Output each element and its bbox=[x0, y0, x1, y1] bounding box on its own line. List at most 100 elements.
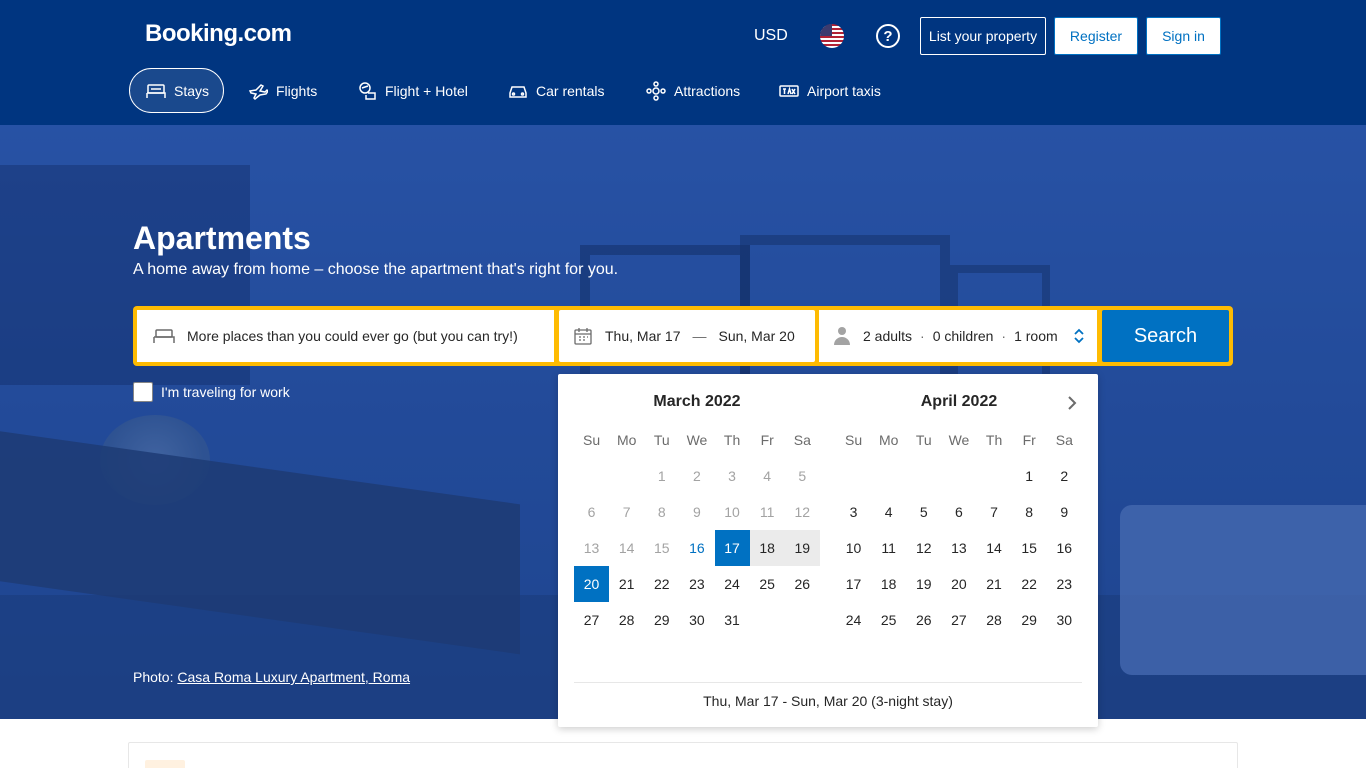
calendar-day[interactable]: 17 bbox=[836, 566, 871, 602]
calendar-day[interactable]: 31 bbox=[715, 602, 750, 638]
calendar-day[interactable]: 4 bbox=[871, 494, 906, 530]
next-month-chevron-icon[interactable] bbox=[1062, 393, 1082, 413]
calendar-day[interactable]: 17 bbox=[714, 530, 750, 566]
weekday-label: We bbox=[948, 432, 970, 448]
calendar-day[interactable]: 29 bbox=[1012, 602, 1047, 638]
calendar-day[interactable]: 27 bbox=[941, 602, 976, 638]
calendar-day[interactable]: 8 bbox=[1012, 494, 1047, 530]
search-button[interactable]: Search bbox=[1102, 310, 1229, 362]
sign-in-button[interactable]: Sign in bbox=[1146, 17, 1221, 55]
weekday-label: Th bbox=[985, 432, 1003, 448]
calendar-day[interactable]: 2 bbox=[1047, 458, 1082, 494]
photo-credit-link[interactable]: Casa Roma Luxury Apartment, Roma bbox=[177, 669, 410, 685]
work-travel-checkbox[interactable] bbox=[133, 382, 153, 402]
tab-flights[interactable]: Flights bbox=[232, 68, 333, 113]
calendar-day[interactable]: 5 bbox=[906, 494, 941, 530]
weekday-label: Tu bbox=[915, 432, 932, 448]
top-header: Booking.com USD ? List your property Reg… bbox=[0, 0, 1366, 125]
calendar-day[interactable]: 16 bbox=[679, 530, 714, 566]
calendar-day[interactable]: 29 bbox=[644, 602, 679, 638]
month-title-april: April 2022 bbox=[920, 393, 998, 410]
calendar-day[interactable]: 30 bbox=[679, 602, 714, 638]
calendar-day[interactable]: 19 bbox=[784, 530, 820, 566]
badge bbox=[145, 760, 185, 768]
calendar-day[interactable]: 25 bbox=[750, 566, 785, 602]
weekday-label: Tu bbox=[653, 432, 670, 448]
destination-field[interactable]: More places than you could ever go (but … bbox=[137, 310, 554, 362]
calendar-grid-april: Su Mo Tu We Th Fr Sa 1 2 3 4 5 6 7 8 9 10 11 12 13 14 15 16 17 1… bbox=[836, 422, 1082, 638]
calendar-day: 4 bbox=[763, 468, 772, 484]
calendar-day[interactable]: 1 bbox=[1012, 458, 1047, 494]
list-property-button[interactable]: List your property bbox=[920, 17, 1046, 55]
calendar-day[interactable]: 3 bbox=[836, 494, 871, 530]
calendar-day: 8 bbox=[657, 504, 666, 520]
booking-logo[interactable]: Booking.com bbox=[145, 20, 292, 48]
calendar-day[interactable]: 18 bbox=[871, 566, 906, 602]
guests-field[interactable]: 2 adults · 0 children · 1 room bbox=[819, 310, 1097, 362]
tab-stays[interactable]: Stays bbox=[129, 68, 224, 113]
tab-attractions[interactable]: Attractions bbox=[630, 68, 756, 113]
calendar-day[interactable]: 27 bbox=[574, 602, 609, 638]
calendar-day: 11 bbox=[759, 504, 775, 520]
date-separator: — bbox=[692, 328, 707, 344]
calendar-day[interactable]: 24 bbox=[715, 566, 750, 602]
work-travel-option[interactable]: I'm traveling for work bbox=[133, 382, 290, 402]
calendar-day[interactable]: 21 bbox=[609, 566, 644, 602]
weekday-label: Fr bbox=[760, 432, 774, 448]
calendar-day[interactable]: 30 bbox=[1047, 602, 1082, 638]
calendar-day[interactable]: 11 bbox=[871, 530, 906, 566]
calendar-day[interactable]: 21 bbox=[977, 566, 1012, 602]
tab-flight-hotel[interactable]: Flight + Hotel bbox=[341, 68, 484, 113]
calendar-day: 1 bbox=[657, 468, 666, 484]
calendar-day[interactable]: 23 bbox=[1047, 566, 1082, 602]
weekday-header: Su Mo Tu We Th Fr Sa bbox=[574, 422, 820, 458]
calendar-day: 2 bbox=[693, 468, 701, 484]
calendar-day[interactable]: 26 bbox=[785, 566, 820, 602]
calendar-day[interactable]: 28 bbox=[977, 602, 1012, 638]
search-bar: More places than you could ever go (but … bbox=[133, 306, 1233, 366]
calendar-day[interactable]: 24 bbox=[836, 602, 871, 638]
tab-attractions-label: Attractions bbox=[674, 82, 741, 99]
us-flag-icon[interactable] bbox=[820, 24, 844, 48]
calendar-day[interactable]: 13 bbox=[941, 530, 976, 566]
currency-selector[interactable]: USD bbox=[754, 27, 788, 45]
tab-airport-taxis[interactable]: Airport taxis bbox=[763, 68, 897, 113]
calendar-day: 12 bbox=[794, 504, 811, 520]
calendar-day[interactable]: 15 bbox=[1012, 530, 1047, 566]
calendar-day[interactable]: 22 bbox=[644, 566, 679, 602]
calendar-week-row: 24 25 26 27 28 29 30 bbox=[836, 602, 1082, 638]
calendar-day[interactable]: 16 bbox=[1047, 530, 1082, 566]
calendar-day[interactable]: 19 bbox=[906, 566, 941, 602]
calendar-day[interactable]: 10 bbox=[836, 530, 871, 566]
calendar-week-row: 6 7 8 9 10 11 12 bbox=[574, 494, 820, 530]
adults-count: 2 adults bbox=[863, 328, 913, 344]
calendar-day[interactable]: 26 bbox=[906, 602, 941, 638]
calendar-day: 6 bbox=[587, 504, 596, 520]
calendar-day[interactable]: 9 bbox=[1047, 494, 1082, 530]
calendar-day[interactable]: 7 bbox=[977, 494, 1012, 530]
date-field[interactable]: Thu, Mar 17 — Sun, Mar 20 bbox=[559, 310, 815, 362]
calendar-day[interactable]: 20 bbox=[574, 566, 610, 602]
calendar-day[interactable]: 28 bbox=[609, 602, 644, 638]
calendar-day[interactable]: 23 bbox=[679, 566, 714, 602]
page-subtitle: A home away from home – choose the apart… bbox=[133, 261, 619, 278]
calendar-day[interactable]: 6 bbox=[941, 494, 976, 530]
calendar-day[interactable]: 20 bbox=[941, 566, 976, 602]
calendar-day[interactable]: 18 bbox=[749, 530, 785, 566]
calendar-empty-cell bbox=[941, 458, 976, 494]
calendar-day[interactable]: 14 bbox=[977, 530, 1012, 566]
tab-car-rentals[interactable]: Car rentals bbox=[492, 68, 620, 113]
bed-icon bbox=[146, 82, 166, 100]
calendar-day[interactable]: 22 bbox=[1012, 566, 1047, 602]
calendar-day[interactable]: 12 bbox=[906, 530, 941, 566]
date-picker: March 2022 April 2022 Su Mo Tu We Th Fr Sa 1 2 3 4… bbox=[558, 374, 1098, 727]
calendar-day[interactable]: 25 bbox=[871, 602, 906, 638]
content-card bbox=[128, 742, 1238, 768]
plane-icon bbox=[248, 82, 268, 100]
calendar-week-row: 10 11 12 13 14 15 16 bbox=[836, 530, 1082, 566]
register-button[interactable]: Register bbox=[1054, 17, 1138, 55]
calendar-week-row: 3456789 bbox=[836, 494, 1082, 530]
work-travel-label: I'm traveling for work bbox=[161, 384, 290, 400]
help-icon[interactable]: ? bbox=[876, 24, 900, 48]
children-count: 0 children bbox=[932, 328, 994, 344]
